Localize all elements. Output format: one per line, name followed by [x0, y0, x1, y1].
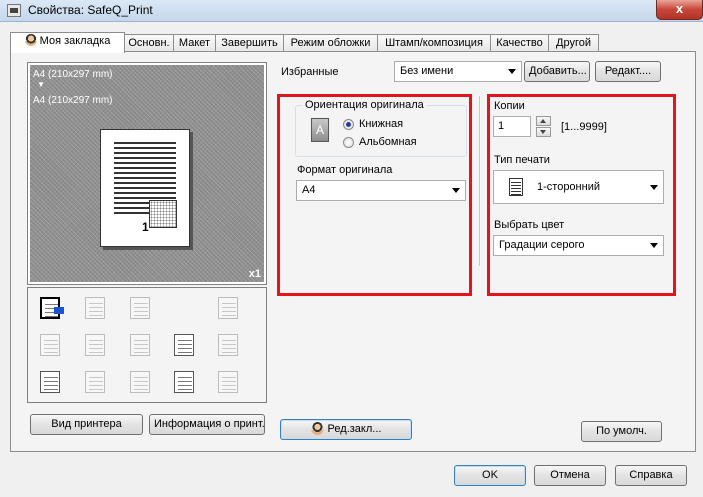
orientation-preview-icon: A: [311, 118, 329, 142]
copies-input[interactable]: 1: [493, 116, 531, 137]
output-size-label: A4 (210x297 mm): [33, 95, 113, 106]
account-track-icon[interactable]: [126, 368, 154, 396]
tab-quality[interactable]: Качество: [490, 34, 549, 52]
page-preview: 1: [100, 129, 190, 247]
landscape-label: Альбомная: [359, 136, 417, 148]
column-separator: [479, 96, 480, 266]
tab-layout[interactable]: Макет: [173, 34, 216, 52]
add-favorite-button[interactable]: Добавить...: [524, 61, 590, 82]
poster-icon[interactable]: [214, 294, 242, 322]
title-bar: Свойства: SafeQ_Print x: [0, 0, 703, 22]
print-preview: A4 (210x297 mm) ▼ A4 (210x297 mm) 1 x1: [27, 62, 267, 285]
print-type-select[interactable]: 1-сторонний: [493, 170, 664, 204]
combine-pages-icon[interactable]: [126, 294, 154, 322]
booklet-icon[interactable]: [81, 294, 109, 322]
chevron-down-icon: [650, 185, 658, 190]
copies-decrement-button[interactable]: [536, 127, 551, 137]
color-select-label: Выбрать цвет: [494, 219, 565, 231]
page-number: 1: [142, 220, 149, 234]
copies-label: Копии: [494, 100, 525, 112]
cover-page-icon[interactable]: [36, 368, 64, 396]
ok-button[interactable]: OK: [454, 465, 526, 486]
edit-favorite-button[interactable]: Редакт....: [595, 61, 661, 82]
copies-badge: x1: [248, 268, 261, 280]
orientation-group-label: Ориентация оригинала: [302, 99, 427, 111]
landscape-radio[interactable]: [343, 137, 354, 148]
defaults-button[interactable]: По умолч.: [581, 421, 662, 442]
copies-range-label: [1...9999]: [561, 121, 607, 133]
favorites-label: Избранные: [281, 66, 339, 78]
header-footer-icon[interactable]: [214, 368, 242, 396]
chevron-down-icon: [508, 69, 516, 74]
print-to-printer-icon[interactable]: [36, 294, 64, 322]
chevron-down-icon: [452, 188, 460, 193]
single-sided-icon: [509, 178, 523, 196]
tab-finish[interactable]: Завершить: [215, 34, 284, 52]
color-select[interactable]: Градации серого: [493, 235, 664, 256]
portrait-label: Книжная: [359, 118, 404, 130]
paper-format-select[interactable]: A4: [296, 180, 466, 201]
printer-info-button[interactable]: Информация о принт.: [149, 414, 265, 435]
tab-other[interactable]: Другой: [548, 34, 599, 52]
print-type-label: Тип печати: [494, 154, 550, 166]
user-icon: [310, 422, 324, 435]
window-title: Свойства: SafeQ_Print: [28, 3, 153, 17]
printer-app-icon: [7, 4, 21, 17]
tab-stamp-composition[interactable]: Штамп/композиция: [377, 34, 491, 52]
help-button[interactable]: Справка: [615, 465, 687, 486]
function-icon-grid: [27, 287, 267, 403]
user-icon: [24, 34, 37, 46]
watermark-icon[interactable]: [126, 331, 154, 359]
printer-view-button[interactable]: Вид принтера: [30, 414, 143, 435]
n-up-icon[interactable]: [81, 331, 109, 359]
original-size-label: A4 (210x297 mm): [33, 69, 113, 80]
staple-icon[interactable]: [36, 331, 64, 359]
copies-increment-button[interactable]: [536, 116, 551, 126]
arrow-down-icon: ▼: [37, 80, 45, 89]
favorites-select[interactable]: Без имени: [394, 61, 522, 82]
tab-my-tab[interactable]: Моя закладка: [10, 32, 125, 53]
tab-cover-mode[interactable]: Режим обложки: [283, 34, 378, 52]
image-block-graphic: [149, 200, 177, 228]
overlay-icon[interactable]: [170, 331, 198, 359]
tab-basic[interactable]: Основн.: [124, 34, 174, 52]
portrait-radio[interactable]: [343, 119, 354, 130]
cancel-button[interactable]: Отмена: [534, 465, 606, 486]
chevron-down-icon: [650, 243, 658, 248]
user-auth-icon[interactable]: [81, 368, 109, 396]
secure-print-icon[interactable]: [214, 331, 242, 359]
paper-format-label: Формат оригинала: [297, 164, 393, 176]
close-button[interactable]: x: [656, 0, 703, 20]
edit-my-tab-button[interactable]: Ред.закл...: [280, 419, 412, 440]
page-numbering-icon[interactable]: [170, 368, 198, 396]
